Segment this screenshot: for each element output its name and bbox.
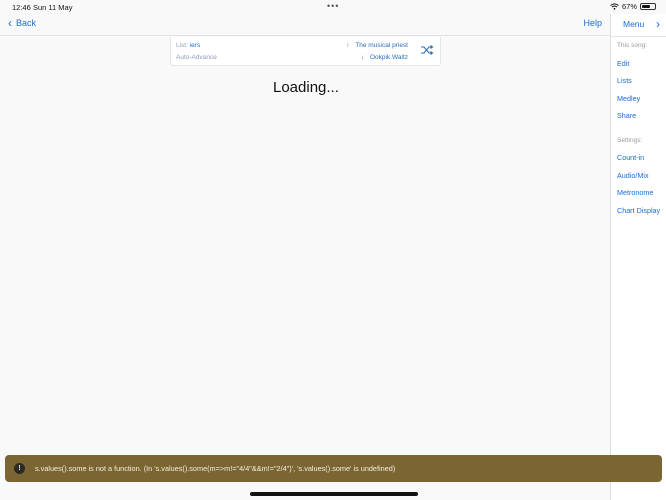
error-toast[interactable]: ! s.values().some is not a function. (In… [5,455,662,482]
list-line[interactable]: List: iers [176,42,200,49]
chevron-right-icon[interactable]: › [656,17,660,31]
sidebar-item-share[interactable]: Share [617,111,636,120]
loading-text: Loading... [273,79,339,96]
arrow-up-icon: ↑ [346,42,350,49]
next-song-title: Ookpik Waltz [369,54,408,61]
sidebar-item-metronome[interactable]: Metronome [617,188,653,197]
next-song-link[interactable]: ↓ Ookpik Waltz [361,54,408,61]
home-indicator[interactable] [250,492,418,496]
settings-label: Settings: [617,137,643,144]
sidebar-item-edit[interactable]: Edit [617,59,629,68]
menu-button[interactable]: Menu [623,19,644,29]
status-date: Sun 11 May [33,3,73,12]
auto-advance-toggle[interactable]: Auto-Advance [176,54,217,61]
sidebar-menu: Menu › This song: Edit Lists Medley Shar… [610,14,666,500]
previous-song-link[interactable]: ↑ The musical priest [346,42,408,49]
status-bar: 12:46 Sun 11 May ••• 67% [0,0,666,14]
chevron-left-icon: ‹ [8,16,12,30]
warning-icon: ! [14,463,25,474]
divider [611,36,666,37]
sidebar-item-chart-display[interactable]: Chart Display [617,206,660,215]
shuffle-icon[interactable] [420,43,434,57]
list-navigation-card: List: iers Auto-Advance ↑ The musical pr… [170,37,441,66]
sidebar-item-audio-mix[interactable]: Audio/Mix [617,171,649,180]
back-button[interactable]: ‹ Back [8,16,37,30]
main-header: ‹ Back Help [0,14,610,36]
this-song-label: This song: [617,42,647,49]
sidebar-item-medley[interactable]: Medley [617,94,640,103]
error-message: s.values().some is not a function. (In '… [35,464,396,473]
sidebar-item-count-in[interactable]: Count-in [617,153,644,162]
arrow-down-icon: ↓ [360,54,365,61]
list-prefix: List: [176,42,188,49]
wifi-icon [610,3,619,10]
previous-song-title: The musical priest [355,42,408,49]
help-button[interactable]: Help [583,18,602,28]
back-label: Back [16,18,37,28]
status-right: 67% [610,2,656,11]
battery-icon [640,3,656,10]
status-time: 12:46 [12,3,31,12]
sidebar-item-lists[interactable]: Lists [617,76,632,85]
list-name: iers [189,42,201,49]
multitasking-dots-icon[interactable]: ••• [327,1,339,11]
battery-percent: 67% [621,2,637,11]
